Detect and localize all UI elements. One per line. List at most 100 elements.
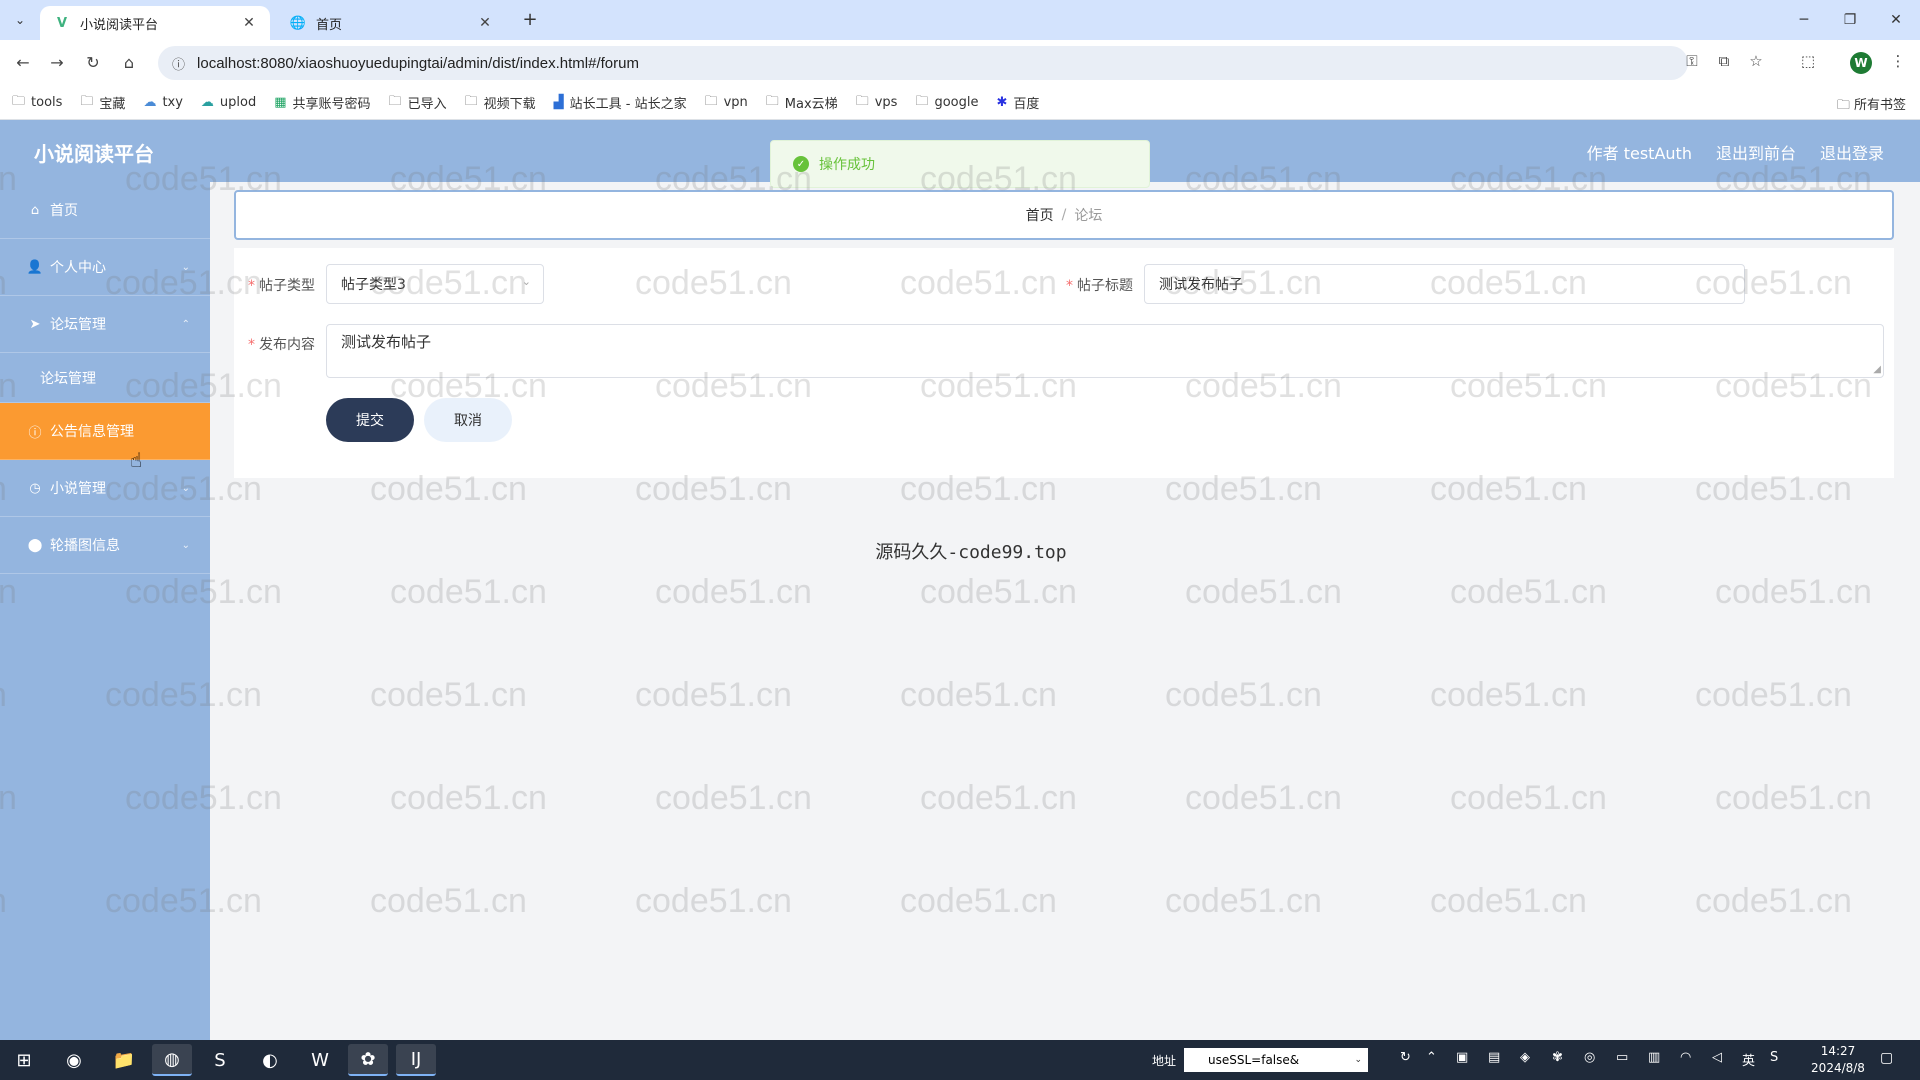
refresh-icon[interactable]: ↻ xyxy=(1400,1050,1411,1065)
chevron-down-icon: ⌄ xyxy=(181,261,190,273)
bookmark-item[interactable]: 🗀 vps xyxy=(856,92,898,114)
chart-icon: ▟ xyxy=(553,95,564,110)
bookmark-item[interactable]: ▟ 站长工具 - 站长之家 xyxy=(554,93,687,112)
breadcrumb-separator: / xyxy=(1061,207,1067,223)
folder-icon: 🗀 xyxy=(765,93,779,109)
volume-icon[interactable]: ◁ xyxy=(1712,1050,1722,1065)
app-orange-icon[interactable]: ✿ xyxy=(348,1044,388,1076)
address-toolbar-label: 地址 xyxy=(1152,1054,1177,1068)
folder-icon: 🗀 xyxy=(12,93,26,109)
extensions-puzzle-icon[interactable]: ⬚ xyxy=(1796,52,1820,74)
password-key-icon[interactable]: ⚿ xyxy=(1680,52,1704,74)
close-window-icon[interactable]: ✕ xyxy=(1878,6,1914,34)
post-content-textarea[interactable]: 测试发布帖子 ◢ xyxy=(326,324,1884,378)
home-icon[interactable]: ⌂ xyxy=(116,50,142,76)
breadcrumb-home[interactable]: 首页 xyxy=(1026,205,1054,225)
submit-button[interactable]: 提交 xyxy=(326,398,414,442)
tray-app-icon[interactable]: ▣ xyxy=(1456,1050,1468,1065)
folder-icon: 🗀 xyxy=(1836,98,1854,113)
sidebar-item-novel[interactable]: ◷ 小说管理 ⌄ xyxy=(0,460,210,517)
forum-form: * 帖子类型 帖子类型3 ⌄ * 帖子标题 测试发布帖子 * 发布内容 测试发布帖子 … xyxy=(234,248,1894,478)
chevron-down-icon: ⌄ xyxy=(181,482,190,494)
bookmark-item[interactable]: ☁ txy xyxy=(143,95,182,110)
bookmark-item[interactable]: ✱ 百度 xyxy=(996,93,1039,112)
sidebar-item-profile[interactable]: 👤 个人中心 ⌄ xyxy=(0,239,210,296)
windows-taskbar: ⊞ ◉ 📁 ◍ S ◐ W ✿ IJ 地址 useSSL=false& ⌄ ↻ … xyxy=(0,1040,1920,1080)
post-title-input[interactable]: 测试发布帖子 xyxy=(1144,264,1745,304)
restore-icon[interactable]: ❐ xyxy=(1832,6,1868,34)
all-bookmarks[interactable]: 🗀 所有书签 xyxy=(1837,94,1906,118)
notification-icon[interactable]: ▢ xyxy=(1880,1050,1893,1066)
sidebar-item-carousel[interactable]: ⬤ 轮播图信息 ⌄ xyxy=(0,517,210,574)
windows-start-icon[interactable]: ⊞ xyxy=(4,1044,44,1076)
tab-search-chevron-icon[interactable]: ⌄ xyxy=(8,8,32,32)
minimize-icon[interactable]: ─ xyxy=(1786,6,1822,34)
ime-indicator[interactable]: 英 xyxy=(1742,1050,1755,1069)
resize-handle-icon[interactable]: ◢ xyxy=(1873,364,1881,375)
bookmarks-bar: 🗀 tools 🗀 宝藏 ☁ txy ☁ uplod ▦ 共享账号密码 🗀 已导入 🗀 视频下… xyxy=(0,86,1920,120)
logout-link[interactable]: 退出登录 xyxy=(1820,140,1884,164)
sidebar-item-forum[interactable]: ➤ 论坛管理 ⌃ xyxy=(0,296,210,353)
sidebar-item-notice[interactable]: ⓘ 公告信息管理 xyxy=(0,403,210,460)
profile-avatar[interactable]: W xyxy=(1850,52,1872,74)
bookmark-item[interactable]: ▦ 共享账号密码 xyxy=(274,93,370,112)
folder-icon: 🗀 xyxy=(855,93,869,109)
bookmark-item[interactable]: 🗀 宝藏 xyxy=(80,92,125,114)
post-type-select[interactable]: 帖子类型3 ⌄ xyxy=(326,264,544,304)
browser-360-icon[interactable]: ◉ xyxy=(54,1044,94,1076)
sidebar: ⌂ 首页 👤 个人中心 ⌄ ➤ 论坛管理 ⌃ 论坛管理 ⓘ 公告信息管理 ◷ 小… xyxy=(0,182,210,1040)
intellij-icon[interactable]: IJ xyxy=(396,1044,436,1076)
screenshot-icon[interactable]: ⧉ xyxy=(1712,52,1736,74)
browser-tab-bar: ⌄ V 小说阅读平台 ✕ 🌐 首页 ✕ + ─ ❐ ✕ xyxy=(0,0,1920,40)
tab-close-icon[interactable]: ✕ xyxy=(476,15,494,31)
browser-tab-active[interactable]: V 小说阅读平台 ✕ xyxy=(40,6,270,40)
wechat-icon[interactable]: ◎ xyxy=(1584,1050,1595,1065)
sogou-ime-icon[interactable]: S xyxy=(1770,1050,1778,1065)
bookmark-item[interactable]: 🗀 Max云梯 xyxy=(766,92,838,114)
tray-expand-icon[interactable]: ⌃ xyxy=(1426,1050,1437,1065)
send-icon: ➤ xyxy=(29,316,41,332)
breadcrumb-current: 论坛 xyxy=(1074,208,1103,224)
reload-icon[interactable]: ↻ xyxy=(80,50,106,76)
new-tab-plus-icon[interactable]: + xyxy=(518,8,542,32)
cancel-button[interactable]: 取消 xyxy=(424,398,512,442)
site-info-icon[interactable]: ⓘ xyxy=(172,54,185,73)
tray-app-icon[interactable]: ▥ xyxy=(1648,1050,1660,1065)
hand-cursor-icon: ☝ xyxy=(130,448,143,472)
tray-app-icon[interactable]: ◈ xyxy=(1520,1050,1530,1065)
cloud-icon: ☁ xyxy=(143,95,157,110)
wps-icon[interactable]: W xyxy=(300,1044,340,1076)
bookmark-star-icon[interactable]: ☆ xyxy=(1744,52,1768,74)
browser-tab[interactable]: 🌐 首页 ✕ xyxy=(276,6,506,40)
back-arrow-icon[interactable]: ← xyxy=(10,50,36,76)
bookmark-item[interactable]: 🗀 已导入 xyxy=(389,92,447,114)
bookmark-item[interactable]: 🗀 tools xyxy=(12,92,62,114)
wifi-icon[interactable]: ◠ xyxy=(1680,1050,1691,1065)
tab-close-icon[interactable]: ✕ xyxy=(240,15,258,31)
browser-toolbar: ← → ↻ ⌂ ⓘ localhost:8080/xiaoshuoyuedupi… xyxy=(0,40,1920,86)
tray-app-icon[interactable]: ✾ xyxy=(1552,1050,1563,1065)
chrome-icon[interactable]: ◍ xyxy=(152,1044,192,1076)
address-toolbar-input[interactable]: useSSL=false& ⌄ xyxy=(1184,1048,1368,1072)
tray-app-icon[interactable]: ▤ xyxy=(1488,1050,1500,1065)
sidebar-subitem-forum[interactable]: 论坛管理 xyxy=(0,353,210,403)
bookmark-item[interactable]: 🗀 视频下载 xyxy=(465,92,536,114)
bookmark-item[interactable]: 🗀 vpn xyxy=(705,92,748,114)
location-icon: ⬤ xyxy=(27,537,43,553)
forward-arrow-icon[interactable]: → xyxy=(44,50,70,76)
chevron-up-icon: ⌃ xyxy=(181,318,190,330)
more-menu-icon[interactable]: ⋮ xyxy=(1886,52,1910,74)
sublime-text-icon[interactable]: S xyxy=(200,1044,240,1076)
exit-to-front-link[interactable]: 退出到前台 xyxy=(1716,140,1796,164)
tab-title: 小说阅读平台 xyxy=(80,17,159,33)
tray-app-icon[interactable]: ▭ xyxy=(1616,1050,1628,1065)
bookmark-item[interactable]: ☁ uplod xyxy=(201,95,256,110)
bookmark-item[interactable]: 🗀 google xyxy=(915,92,978,114)
system-clock[interactable]: 14:27 2024/8/8 xyxy=(1808,1043,1868,1077)
breadcrumb: 首页 / 论坛 xyxy=(234,190,1894,240)
sidebar-item-home[interactable]: ⌂ 首页 xyxy=(0,182,210,239)
edge-icon[interactable]: ◐ xyxy=(250,1044,290,1076)
address-bar[interactable]: ⓘ localhost:8080/xiaoshuoyuedupingtai/ad… xyxy=(158,46,1688,80)
file-explorer-icon[interactable]: 📁 xyxy=(104,1044,144,1076)
cloud-icon: ☁ xyxy=(200,95,214,110)
